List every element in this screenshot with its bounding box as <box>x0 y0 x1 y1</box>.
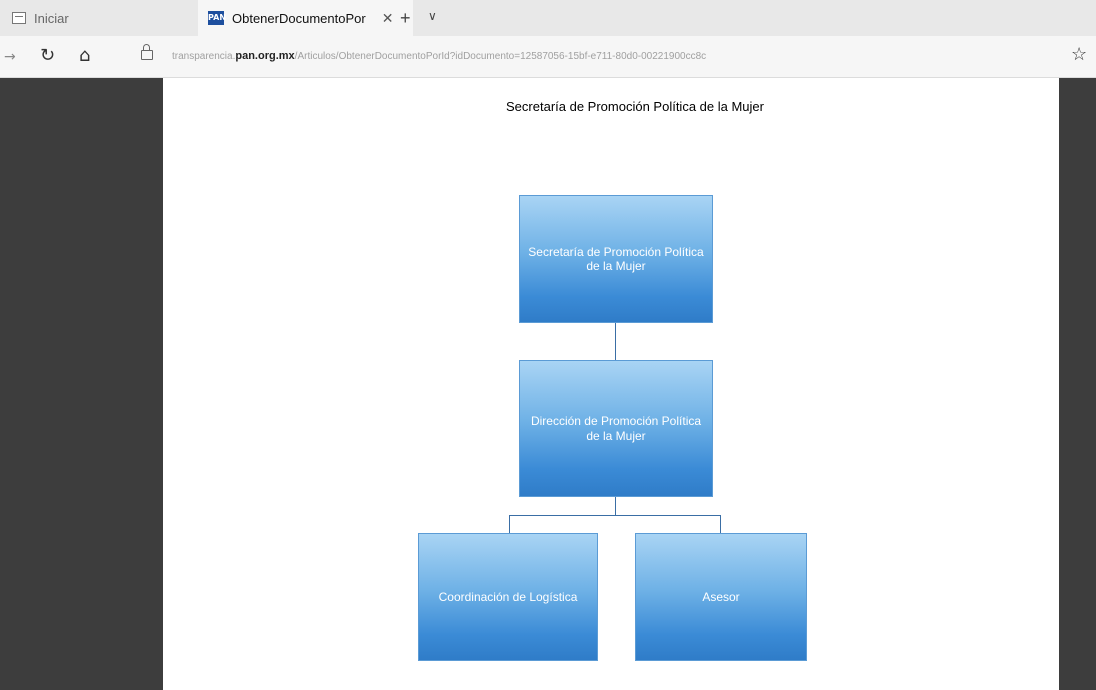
address-bar[interactable]: transparencia.pan.org.mx/Articulos/Obten… <box>172 50 932 66</box>
tab-bar: Iniciar PAN ObtenerDocumentoPor ✕ + ∨ <box>0 0 1096 36</box>
tab-label: ObtenerDocumentoPor <box>232 10 366 26</box>
org-box-secretaria: Secretaría de Promoción Política de la M… <box>519 195 713 323</box>
connector-line <box>509 515 510 533</box>
chevron-down-icon[interactable]: ∨ <box>428 9 437 23</box>
org-box-direccion: Dirección de Promoción Política de la Mu… <box>519 360 713 497</box>
org-chart-title: Secretaría de Promoción Política de la M… <box>506 99 764 114</box>
org-box-asesor: Asesor <box>635 533 807 661</box>
lock-icon <box>141 44 153 60</box>
new-tab-button[interactable]: + <box>400 8 411 29</box>
address-path: /Articulos/ObtenerDocumentoPorId?idDocum… <box>294 51 707 62</box>
home-icon[interactable]: ⌂ <box>79 45 90 66</box>
address-prefix: transparencia. <box>172 51 236 62</box>
close-icon[interactable]: ✕ <box>382 10 394 27</box>
navigation-bar: → ↻ ⌂ transparencia.pan.org.mx/Articulos… <box>0 36 1096 78</box>
star-icon[interactable]: ☆ <box>1071 44 1087 65</box>
address-host: pan.org.mx <box>235 50 295 62</box>
connector-line <box>509 515 721 516</box>
document-page: Secretaría de Promoción Política de la M… <box>163 78 1059 690</box>
refresh-icon[interactable]: ↻ <box>40 45 55 66</box>
connector-line <box>615 323 616 360</box>
back-arrow-icon[interactable]: → <box>4 49 16 65</box>
tab-iniciar[interactable]: Iniciar <box>0 0 190 36</box>
org-box-coordinacion-logistica: Coordinación de Logística <box>418 533 598 661</box>
pan-logo-icon: PAN <box>208 11 226 25</box>
tab-label: Iniciar <box>34 10 69 26</box>
tab-obtener-documento[interactable]: PAN ObtenerDocumentoPor ✕ <box>198 0 413 36</box>
page-icon <box>12 12 26 24</box>
connector-line <box>720 515 721 533</box>
connector-line <box>615 497 616 515</box>
